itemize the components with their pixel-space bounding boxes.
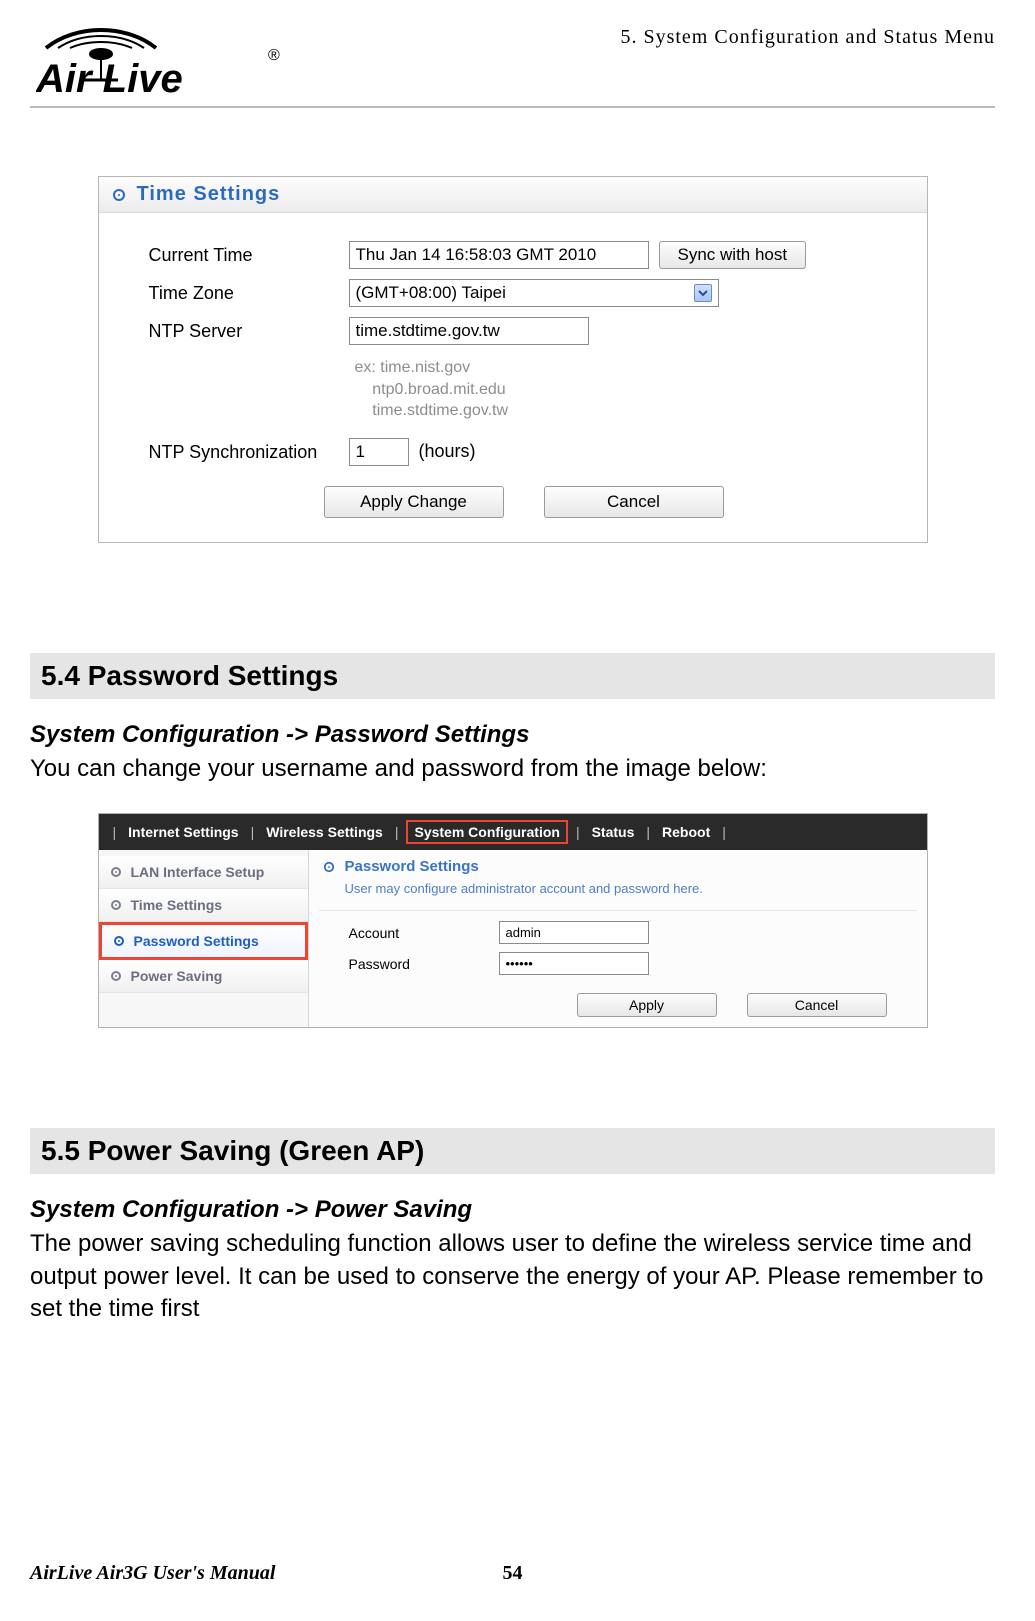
password-input[interactable] <box>499 952 649 975</box>
sidebar-item-power-saving[interactable]: Power Saving <box>99 960 308 993</box>
tab-internet-settings[interactable]: Internet Settings <box>124 822 242 842</box>
section-55-desc: The power saving scheduling function all… <box>30 1228 995 1325</box>
sidebar-item-label: Power Saving <box>131 968 223 984</box>
section-54-desc: You can change your username and passwor… <box>30 753 995 785</box>
sidebar-item-label: Time Settings <box>131 897 223 913</box>
time-zone-value: (GMT+08:00) Taipei <box>356 283 506 303</box>
label-time-zone: Time Zone <box>149 279 349 304</box>
cancel-button[interactable]: Cancel <box>747 993 887 1017</box>
chapter-header: 5. System Configuration and Status Menu <box>620 26 995 49</box>
time-settings-title-bar: Time Settings <box>99 177 927 213</box>
tab-reboot[interactable]: Reboot <box>658 822 714 842</box>
label-ntp-sync: NTP Synchronization <box>149 438 349 463</box>
sidebar-item-label: Password Settings <box>134 933 259 949</box>
chevron-down-icon <box>694 284 712 302</box>
brand-logo: Air Live ® <box>36 14 296 102</box>
sidebar-item-label: LAN Interface Setup <box>131 864 265 880</box>
header-rule <box>30 106 995 108</box>
current-time-input[interactable] <box>349 241 649 269</box>
bullet-icon <box>109 969 123 983</box>
pw-panel-desc: User may configure administrator account… <box>319 879 917 911</box>
sidebar-item-time-settings[interactable]: Time Settings <box>99 889 308 922</box>
section-55-breadcrumb: System Configuration -> Power Saving <box>30 1196 995 1224</box>
pw-panel-title: Password Settings <box>345 858 479 875</box>
ntp-server-input[interactable] <box>349 317 589 345</box>
footer-page-number: 54 <box>503 1562 523 1585</box>
section-54-title: 5.4 Password Settings <box>30 653 995 699</box>
top-tabs: | Internet Settings | Wireless Settings … <box>99 814 927 850</box>
cancel-button[interactable]: Cancel <box>544 486 724 518</box>
bullet-icon <box>112 934 126 948</box>
svg-text:®: ® <box>268 47 280 64</box>
apply-button[interactable]: Apply <box>577 993 717 1017</box>
label-ntp-server: NTP Server <box>149 317 349 342</box>
sidebar: LAN Interface Setup Time Settings Passwo… <box>99 850 309 1027</box>
time-settings-panel: Time Settings Current Time Sync with hos… <box>98 176 928 543</box>
tab-status[interactable]: Status <box>588 822 639 842</box>
section-55-title: 5.5 Power Saving (Green AP) <box>30 1128 995 1174</box>
apply-change-button[interactable]: Apply Change <box>324 486 504 518</box>
time-zone-select[interactable]: (GMT+08:00) Taipei <box>349 279 719 307</box>
label-account: Account <box>319 925 499 941</box>
pw-panel-title-bar: Password Settings <box>319 854 917 879</box>
tab-wireless-settings[interactable]: Wireless Settings <box>262 822 387 842</box>
bullet-icon <box>109 898 123 912</box>
ntp-examples-hint: ex: time.nist.gov ntp0.broad.mit.edu tim… <box>349 355 899 428</box>
sync-with-host-button[interactable]: Sync with host <box>659 241 807 269</box>
sidebar-item-lan-interface-setup[interactable]: LAN Interface Setup <box>99 856 308 889</box>
label-current-time: Current Time <box>149 241 349 266</box>
bullet-icon <box>322 860 336 874</box>
ntp-sync-units: (hours) <box>419 441 476 462</box>
section-54-breadcrumb: System Configuration -> Password Setting… <box>30 721 995 749</box>
tab-system-configuration[interactable]: System Configuration <box>406 820 567 844</box>
footer-book-title: AirLive Air3G User's Manual <box>30 1562 275 1585</box>
password-settings-panel: | Internet Settings | Wireless Settings … <box>98 813 928 1028</box>
bullet-icon <box>109 865 123 879</box>
label-password: Password <box>319 956 499 972</box>
account-input[interactable] <box>499 921 649 944</box>
ntp-sync-input[interactable] <box>349 438 409 466</box>
bullet-icon <box>111 187 127 203</box>
svg-text:Air Live: Air Live <box>36 57 183 101</box>
time-settings-title: Time Settings <box>137 183 281 206</box>
sidebar-item-password-settings[interactable]: Password Settings <box>99 922 308 960</box>
